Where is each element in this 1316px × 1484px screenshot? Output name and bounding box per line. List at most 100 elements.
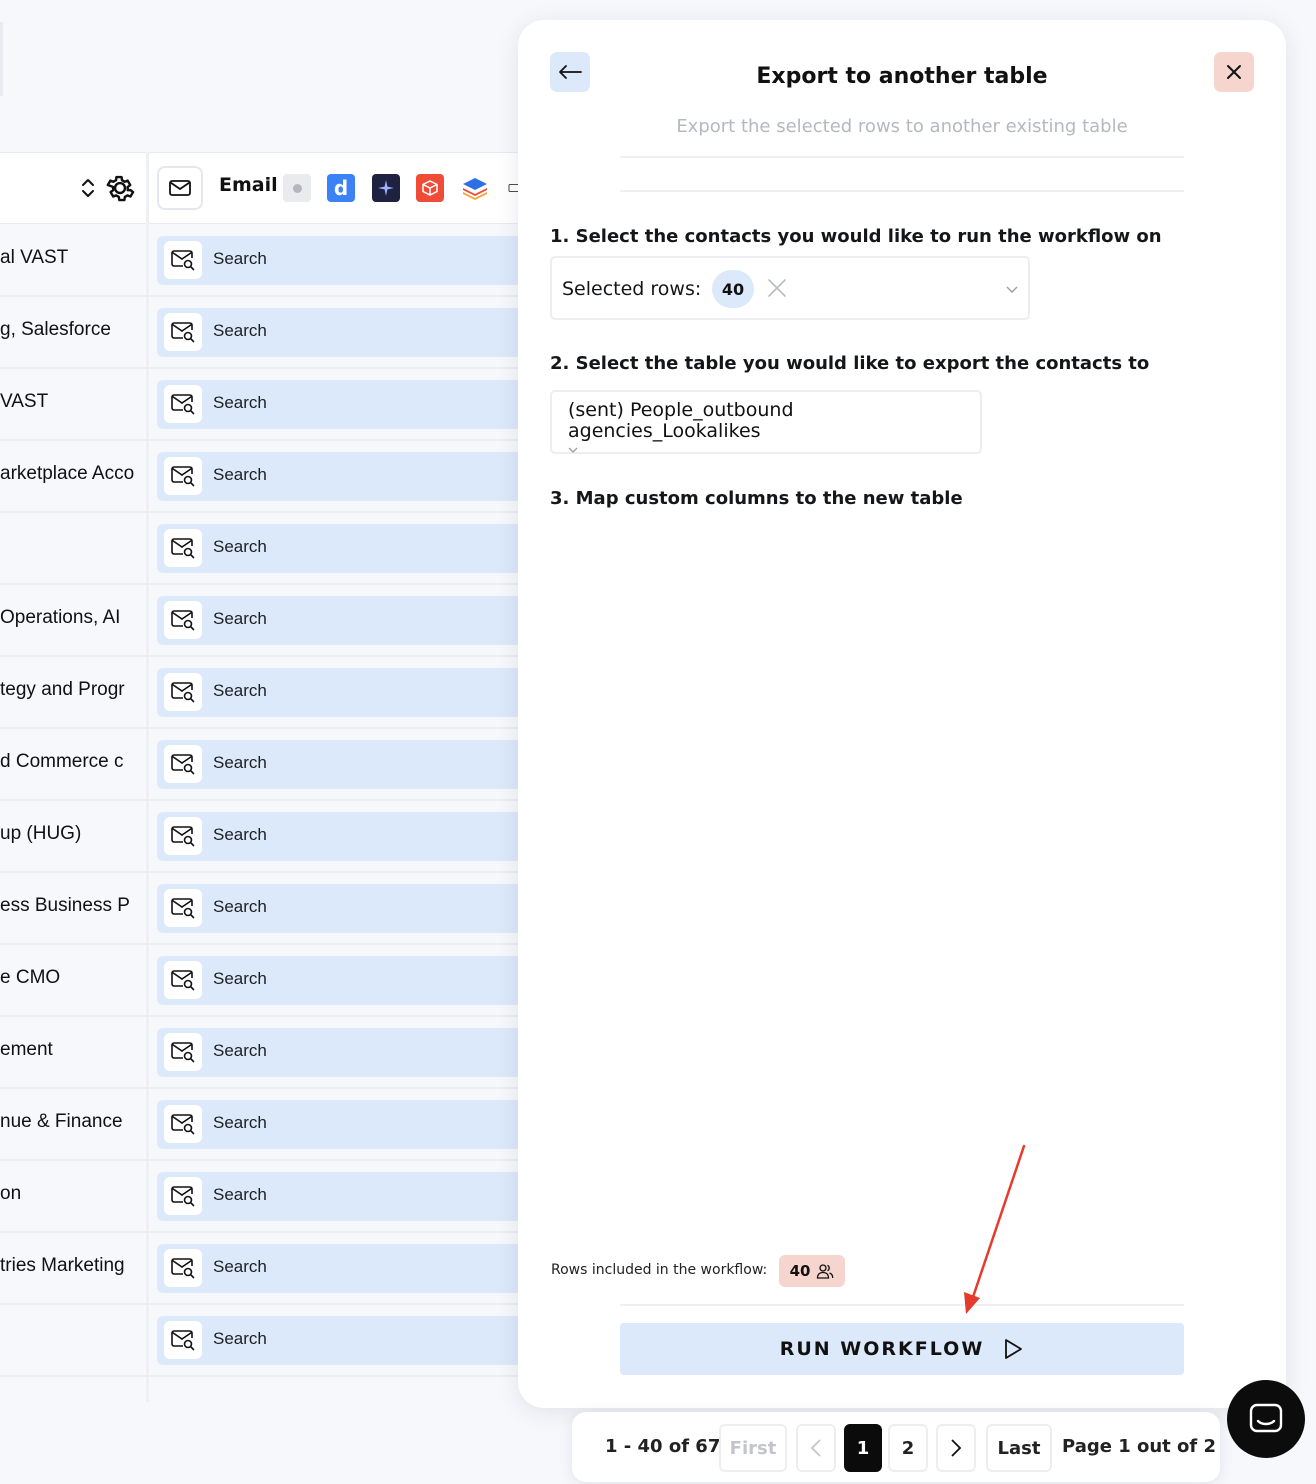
table-row[interactable]: e CMO Search [0, 945, 520, 1017]
prev-page-button[interactable] [796, 1424, 836, 1472]
table-row[interactable]: g, Salesforce Search [0, 297, 520, 369]
modal-subtitle: Export the selected rows to another exis… [676, 116, 1128, 137]
table-row[interactable]: tries Marketing Search [0, 1233, 520, 1305]
search-label: Search [213, 249, 267, 268]
search-email-button[interactable]: Search [157, 812, 520, 861]
divider [620, 156, 1184, 158]
search-icon-box [164, 817, 202, 855]
row-text-cell: ess Business P [0, 895, 130, 916]
dropcontact-logo-icon[interactable]: d [327, 174, 355, 202]
search-email-button[interactable]: Search [157, 524, 520, 573]
pagination-range: 1 - 40 of 67 [605, 1436, 721, 1457]
search-email-button[interactable]: Search [157, 380, 520, 429]
pagination-bar: 1 - 40 of 67 First 1 2 Last Page 1 out o… [572, 1412, 1220, 1482]
gear-icon[interactable] [103, 171, 137, 205]
mail-search-icon [171, 826, 195, 847]
left-edge-stub [0, 22, 3, 96]
search-icon-box [164, 313, 202, 351]
search-icon-box [164, 457, 202, 495]
chevron-right-icon [951, 1439, 962, 1457]
table-row[interactable]: al VAST Search [0, 225, 520, 297]
users-icon [817, 1264, 834, 1279]
chevron-down-icon[interactable] [1006, 284, 1018, 294]
search-email-button[interactable]: Search [157, 1028, 520, 1077]
search-label: Search [213, 465, 267, 484]
search-email-button[interactable]: Search [157, 596, 520, 645]
mail-search-icon [171, 394, 195, 415]
search-email-button[interactable]: Search [157, 956, 520, 1005]
search-icon-box [164, 889, 202, 927]
table-row[interactable]: Operations, AI Search [0, 585, 520, 657]
row-text-cell: Operations, AI [0, 607, 121, 628]
table-row[interactable]: d Commerce c Search [0, 729, 520, 801]
run-workflow-button[interactable]: RUN WORKFLOW [620, 1323, 1184, 1375]
mail-search-icon [171, 1114, 195, 1135]
first-page-button[interactable]: First [719, 1424, 787, 1472]
step2-label: 2. Select the table you would like to ex… [550, 353, 1150, 374]
sort-icon[interactable] [78, 176, 98, 200]
page-status: Page 1 out of 2 [1062, 1436, 1217, 1457]
selected-rows-count-badge: 40 [712, 270, 754, 308]
run-workflow-label: RUN WORKFLOW [779, 1338, 985, 1360]
search-email-button[interactable]: Search [157, 740, 520, 789]
cube-logo-icon[interactable] [416, 174, 444, 202]
mail-search-icon [171, 538, 195, 559]
annotation-arrow [964, 1144, 1026, 1314]
search-email-button[interactable]: Search [157, 236, 520, 285]
mail-search-icon [171, 682, 195, 703]
search-icon-box [164, 241, 202, 279]
clear-selection-icon[interactable] [766, 277, 788, 299]
table-row[interactable]: ement Search [0, 1017, 520, 1089]
chat-launcher-button[interactable] [1227, 1380, 1305, 1458]
row-text-cell: d Commerce c [0, 751, 124, 772]
search-label: Search [213, 897, 267, 916]
search-email-button[interactable]: Search [157, 668, 520, 717]
search-icon-box [164, 1249, 202, 1287]
page-2-button[interactable]: 2 [888, 1424, 928, 1472]
search-email-button[interactable]: Search [157, 1100, 520, 1149]
table-row[interactable]: up (HUG) Search [0, 801, 520, 873]
table-row[interactable]: Search [0, 1305, 520, 1377]
table-row[interactable]: ess Business P Search [0, 873, 520, 945]
search-email-button[interactable]: Search [157, 884, 520, 933]
sparkle-logo-icon[interactable] [372, 174, 400, 202]
selected-rows-select[interactable]: Selected rows: 40 [550, 256, 1030, 320]
table-row[interactable]: tegy and Progr Search [0, 657, 520, 729]
table-row[interactable]: VAST Search [0, 369, 520, 441]
row-text-cell: tegy and Progr [0, 679, 125, 700]
row-text-cell: tries Marketing [0, 1255, 125, 1276]
table-row[interactable]: nue & Finance Search [0, 1089, 520, 1161]
last-page-button[interactable]: Last [986, 1424, 1052, 1472]
row-text-cell: ement [0, 1039, 53, 1060]
row-text-cell: al VAST [0, 247, 69, 268]
search-icon-box [164, 1105, 202, 1143]
search-email-button[interactable]: Search [157, 452, 520, 501]
next-page-button[interactable] [936, 1424, 976, 1472]
target-table-select[interactable]: (sent) People_outbound agencies_Lookalik… [550, 390, 982, 454]
close-button[interactable] [1214, 52, 1254, 92]
table-row[interactable]: on Search [0, 1161, 520, 1233]
search-label: Search [213, 753, 267, 772]
mail-search-icon [171, 1186, 195, 1207]
search-email-button[interactable]: Search [157, 1172, 520, 1221]
search-icon-box [164, 529, 202, 567]
export-modal: Export to another table Export the selec… [518, 20, 1286, 1408]
close-icon [1227, 65, 1241, 79]
step1-label: 1. Select the contacts you would like to… [550, 226, 1162, 247]
table-row[interactable]: Search [0, 513, 520, 585]
search-email-button[interactable]: Search [157, 1244, 520, 1293]
layers-logo-icon[interactable] [461, 174, 489, 202]
search-label: Search [213, 825, 267, 844]
mail-search-icon [171, 250, 195, 271]
search-email-button[interactable]: Search [157, 308, 520, 357]
status-dot-icon [283, 174, 311, 202]
table-row[interactable]: arketplace Acco Search [0, 441, 520, 513]
search-icon-box [164, 601, 202, 639]
search-icon-box [164, 673, 202, 711]
target-table-value: (sent) People_outbound agencies_Lookalik… [568, 399, 794, 442]
mail-search-icon [171, 322, 195, 343]
email-column-button[interactable] [157, 166, 203, 210]
chevron-down-icon[interactable] [568, 446, 578, 454]
page-1-button[interactable]: 1 [844, 1424, 882, 1472]
search-email-button[interactable]: Search [157, 1316, 520, 1365]
